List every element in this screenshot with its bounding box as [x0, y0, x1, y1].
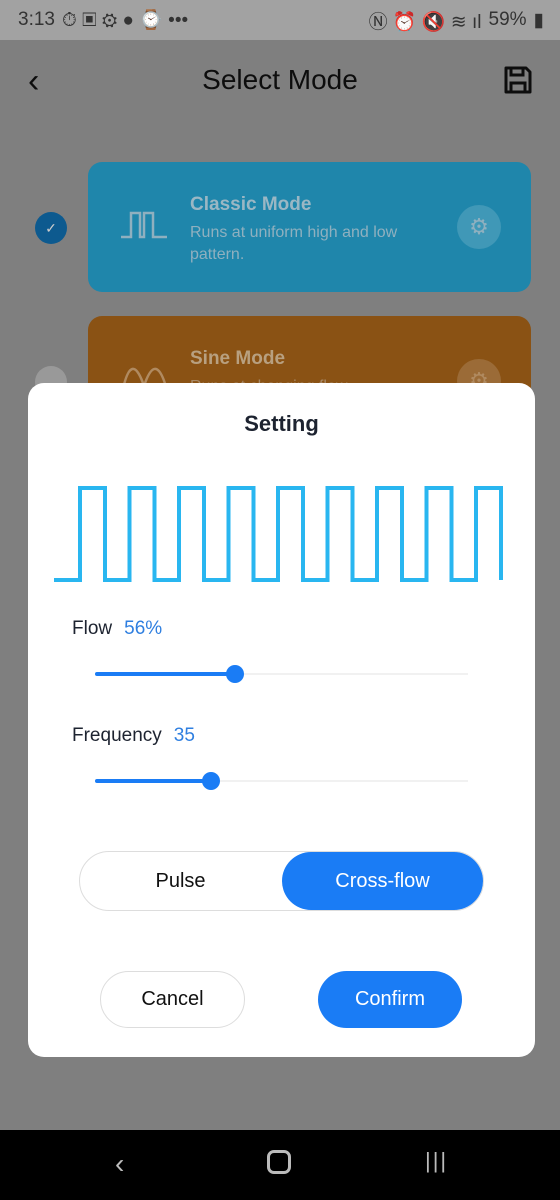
confirm-button[interactable]: Confirm [318, 971, 462, 1028]
slider-thumb[interactable] [202, 772, 220, 790]
mode-card-classic[interactable]: Classic Mode Runs at uniform high and lo… [88, 162, 531, 292]
gear-icon[interactable]: ⚙ [457, 205, 501, 249]
page-title: Select Mode [202, 64, 358, 95]
waveform-line [54, 486, 503, 582]
flow-value: 56% [124, 618, 163, 639]
slider-fill [95, 779, 211, 783]
cancel-button[interactable]: Cancel [100, 971, 245, 1028]
mode-description: Runs at uniform high and low pattern. [190, 224, 398, 263]
battery-icon: ▮ [533, 9, 544, 31]
notification-icons: ⏱ ▣ ⚙ ● ⌚ ••• [61, 10, 189, 31]
status-time: 3:13 [18, 9, 55, 30]
frequency-label-row: Frequency 35 [72, 725, 195, 747]
dialog-title: Setting [244, 411, 319, 436]
slider-thumb[interactable] [226, 665, 244, 683]
square-wave-icon [121, 211, 167, 239]
flow-slider[interactable] [95, 664, 468, 684]
system-nav-bar: ‹ ||| [0, 1130, 560, 1200]
mode-radio-classic[interactable]: ✓ [35, 212, 67, 244]
frequency-value: 35 [173, 725, 195, 746]
setting-dialog: Setting Flow 56% Frequency 35 Pulse Cross-… [28, 383, 535, 1057]
status-bar: 3:13 ⏱ ▣ ⚙ ● ⌚ ••• Ⓝ ⏰ 🔇 ≋ ıl 59% ▮ [0, 0, 560, 40]
mode-segmented-control: Pulse Cross-flow [79, 851, 484, 911]
flow-label-row: Flow 56% [72, 618, 162, 640]
app-header: ‹ Select Mode [0, 40, 560, 122]
segment-pulse[interactable]: Pulse [80, 852, 281, 910]
save-icon[interactable] [502, 64, 534, 96]
flow-label: Flow [72, 618, 113, 639]
nav-home-icon[interactable] [267, 1150, 291, 1174]
nav-back-icon[interactable]: ‹ [115, 1148, 124, 1180]
waveform-preview [54, 486, 503, 582]
frequency-label: Frequency [72, 725, 162, 746]
slider-fill [95, 672, 235, 676]
nav-recents-icon[interactable]: ||| [425, 1148, 448, 1174]
battery-level: 59% [488, 9, 527, 30]
segment-cross-flow[interactable]: Cross-flow [282, 852, 483, 910]
mode-title: Classic Mode [190, 194, 312, 215]
frequency-slider[interactable] [95, 771, 468, 791]
mode-title: Sine Mode [190, 348, 286, 369]
system-icons: Ⓝ ⏰ 🔇 ≋ ıl [368, 11, 482, 33]
